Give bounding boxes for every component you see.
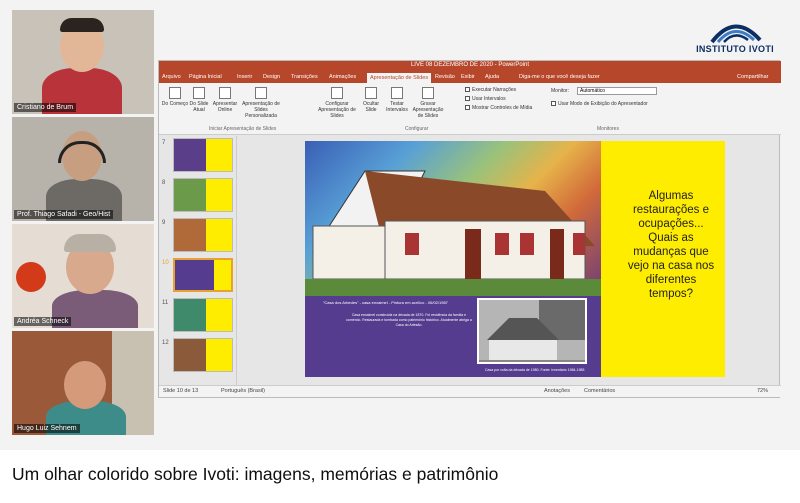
participant-tile[interactable]: Cristiano de Brum <box>12 10 154 114</box>
logo-text: INSTITUTO IVOTI <box>696 44 774 54</box>
zoom-level[interactable]: 72% <box>757 388 768 394</box>
group-start: Iniciar Apresentação de Slides <box>209 126 277 132</box>
participant-tile[interactable]: Hugo Luiz Sehnem <box>12 331 154 435</box>
slide-thumbnails: 7 8 9 10 11 12 <box>159 136 237 385</box>
slide-thumbnail[interactable] <box>173 218 233 252</box>
window-title: LIVE 08 DEZEMBRO DE 2020 - PowerPoint <box>410 62 530 68</box>
institute-logo: INSTITUTO IVOTI <box>690 14 780 60</box>
timings-checkbox[interactable]: Usar Intervalos <box>465 96 506 102</box>
video-frame: Cristiano de Brum Prof. Thiago Safadi - … <box>0 0 800 450</box>
monitor-label: Monitor: <box>551 88 570 94</box>
current-slide: Algumas restaurações e ocupações... Quai… <box>305 141 725 377</box>
tab-design[interactable]: Design <box>263 74 280 80</box>
slide-thumbnail[interactable] <box>173 298 233 332</box>
thumb-number: 8 <box>162 180 166 186</box>
participant-name: Andréa Schneck <box>14 317 72 326</box>
participant-tile[interactable]: Prof. Thiago Safadi - Geo/Hist <box>12 117 154 221</box>
from-current-button[interactable]: Do Slide Atual <box>185 87 213 113</box>
tab-pagina-inicial[interactable]: Página Inicial <box>189 74 222 80</box>
status-bar: Slide 10 de 13 Português (Brasil) Anotaç… <box>159 385 781 397</box>
rehearse-timings-button[interactable]: Testar Intervalos <box>383 87 411 113</box>
tab-exibir[interactable]: Exibir <box>461 74 475 80</box>
slide-thumbnail[interactable] <box>173 338 233 372</box>
thumb-number: 9 <box>162 220 166 226</box>
thumb-number: 10 <box>162 260 169 266</box>
powerpoint-window: LIVE 08 DEZEMBRO DE 2020 - PowerPoint Ar… <box>158 60 781 398</box>
ribbon-tabs: Arquivo Página Inicial Inserir Design Tr… <box>159 73 781 83</box>
slide-thumbnail[interactable] <box>173 138 233 172</box>
participant-name: Cristiano de Brum <box>14 103 77 112</box>
slide-counter: Slide 10 de 13 <box>163 388 199 394</box>
painting-caption: "Casa dos Arbedes" - casa enxaimel - Pin… <box>323 300 448 305</box>
comments-button[interactable]: Comentários <box>584 388 615 394</box>
photo-caption: Casa por volta da década de 1980. Fonte:… <box>485 368 585 372</box>
custom-show-button[interactable]: Apresentação de Slides Personalizada <box>241 87 281 119</box>
tab-transicoes[interactable]: Transições <box>291 74 318 80</box>
tab-revisao[interactable]: Revisão <box>435 74 455 80</box>
tab-apresentacao[interactable]: Apresentação de Slides <box>367 73 432 83</box>
participant-name: Prof. Thiago Safadi - Geo/Hist <box>14 210 114 219</box>
thumb-number: 7 <box>162 140 166 146</box>
share-button[interactable]: Compartilhar <box>737 74 768 80</box>
thumb-number: 11 <box>162 300 169 306</box>
tab-arquivo[interactable]: Arquivo <box>162 74 181 80</box>
slide-question-text: Algumas restaurações e ocupações... Quai… <box>627 190 715 300</box>
tab-animacoes[interactable]: Animações <box>329 74 356 80</box>
house-painting <box>305 141 601 296</box>
monitor-select[interactable]: Automático <box>577 87 657 95</box>
tab-inserir[interactable]: Inserir <box>237 74 252 80</box>
tab-ajuda[interactable]: Ajuda <box>485 74 499 80</box>
participant-name: Hugo Luiz Sehnem <box>14 424 80 433</box>
setup-show-button[interactable]: Configurar Apresentação de Slides <box>317 87 357 119</box>
participant-tile[interactable]: Andréa Schneck <box>12 224 154 328</box>
present-online-button[interactable]: Apresentar Online <box>211 87 239 113</box>
narrations-checkbox[interactable]: Executar Narrações <box>465 87 516 93</box>
tell-me-search[interactable]: Diga-me o que você deseja fazer <box>519 74 600 80</box>
title-bar: LIVE 08 DEZEMBRO DE 2020 - PowerPoint <box>159 61 781 73</box>
video-title: Um olhar colorido sobre Ivoti: imagens, … <box>12 464 499 484</box>
history-text: Casa enxaimel construída na década de 18… <box>346 313 472 327</box>
media-controls-checkbox[interactable]: Mostrar Controles de Mídia <box>465 105 532 111</box>
language-status[interactable]: Português (Brasil) <box>221 388 265 394</box>
group-setup: Configurar <box>405 126 429 132</box>
presenter-view-checkbox[interactable]: Usar Modo de Exibição do Apresentador <box>551 101 648 107</box>
slide-thumbnail[interactable] <box>173 178 233 212</box>
historic-photo <box>477 298 587 364</box>
ribbon: Do Começo Do Slide Atual Apresentar Onli… <box>159 83 781 135</box>
record-show-button[interactable]: Gravar Apresentação de Slides <box>411 87 445 119</box>
hide-slide-button[interactable]: Ocultar Slide <box>357 87 385 113</box>
notes-button[interactable]: Anotações <box>544 388 570 394</box>
group-monitors: Monitores <box>597 126 619 132</box>
thumb-number: 12 <box>162 340 169 346</box>
slide-thumbnail-active[interactable] <box>173 258 233 292</box>
